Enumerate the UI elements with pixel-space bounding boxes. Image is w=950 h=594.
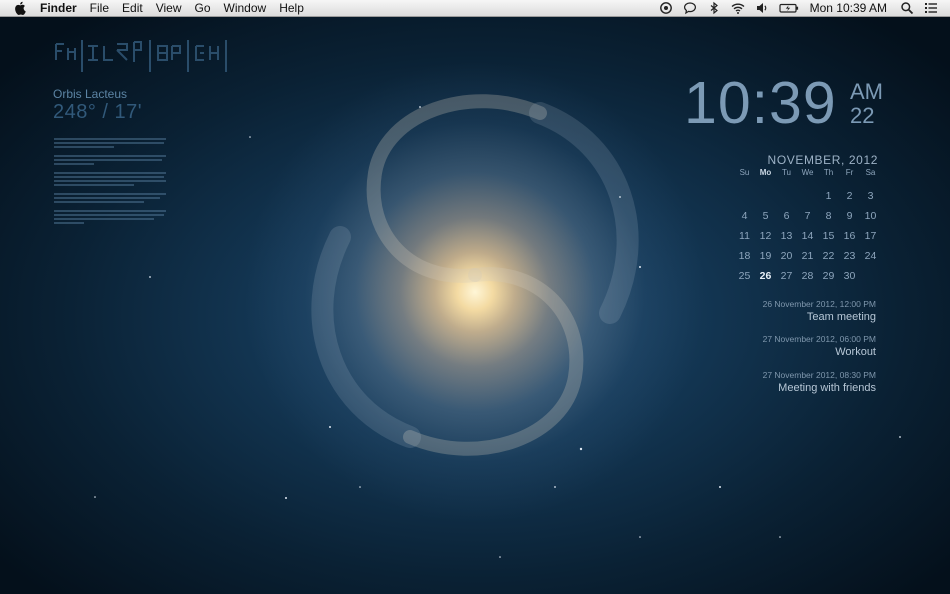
notification-center-icon[interactable] <box>924 1 938 15</box>
calendar-day[interactable]: 1 <box>818 190 839 202</box>
calendar-day[interactable]: 15 <box>818 230 839 242</box>
event-date: 26 November 2012, 12:00 PM <box>762 299 876 309</box>
weekday-header: Mo <box>759 168 772 177</box>
weekday-header: Fr <box>845 168 854 177</box>
decorative-text-block <box>54 138 166 226</box>
calendar-day[interactable]: 17 <box>860 230 881 242</box>
calendar-day[interactable]: 8 <box>818 210 839 222</box>
clock-seconds: 22 <box>850 103 875 128</box>
event-date: 27 November 2012, 06:00 PM <box>762 334 876 344</box>
battery-icon[interactable] <box>779 1 799 15</box>
calendar-day[interactable]: 28 <box>797 270 818 282</box>
calendar-day[interactable]: 27 <box>776 270 797 282</box>
calendar-day[interactable]: 4 <box>734 210 755 222</box>
weekday-header: Tu <box>781 168 792 177</box>
weekday-header: We <box>801 168 814 177</box>
calendar-day[interactable]: 11 <box>734 230 755 242</box>
calendar-day[interactable]: 30 <box>839 270 860 282</box>
calendar-day-today[interactable]: 26 <box>755 270 776 282</box>
menu-finder[interactable]: Finder <box>34 0 84 16</box>
calendar-day[interactable]: 9 <box>839 210 860 222</box>
calendar-month: NOVEMBER, 2012 <box>767 153 878 167</box>
calendar-day[interactable]: 6 <box>776 210 797 222</box>
menu-go[interactable]: Go <box>189 0 218 16</box>
calendar-day[interactable]: 12 <box>755 230 776 242</box>
event-title[interactable]: Team meeting <box>807 311 876 323</box>
calendar-day[interactable]: 25 <box>734 270 755 282</box>
weekday-header: Su <box>739 168 750 177</box>
bluetooth-icon[interactable] <box>707 1 721 15</box>
calendar-day[interactable]: 24 <box>860 250 881 262</box>
calendar-day[interactable]: 20 <box>776 250 797 262</box>
calendar-day[interactable]: 10 <box>860 210 881 222</box>
event-title[interactable]: Meeting with friends <box>778 382 876 394</box>
calendar-day[interactable]: 18 <box>734 250 755 262</box>
decorative-glyph-banner <box>55 40 227 72</box>
calendar-day[interactable]: 21 <box>797 250 818 262</box>
calendar-day[interactable]: 13 <box>776 230 797 242</box>
calendar-day[interactable]: 16 <box>839 230 860 242</box>
calendar-day[interactable]: 3 <box>860 190 881 202</box>
coordinates-readout: 248° / 17' <box>53 101 143 123</box>
volume-icon[interactable] <box>755 1 769 15</box>
time-machine-icon[interactable] <box>659 1 673 15</box>
calendar-day[interactable]: 14 <box>797 230 818 242</box>
calendar-day[interactable]: 29 <box>818 270 839 282</box>
calendar-day[interactable]: 2 <box>839 190 860 202</box>
calendar-day[interactable]: 19 <box>755 250 776 262</box>
menu-help[interactable]: Help <box>273 0 311 16</box>
weekday-header: Sa <box>865 168 876 177</box>
event-title[interactable]: Workout <box>835 346 876 358</box>
calendar-day[interactable]: 23 <box>839 250 860 262</box>
menubar-clock[interactable]: Mon 10:39 AM <box>810 0 887 16</box>
calendar-day[interactable]: 22 <box>818 250 839 262</box>
weekday-header: Th <box>823 168 834 177</box>
event-date: 27 November 2012, 08:30 PM <box>762 370 876 380</box>
spotlight-search-icon[interactable] <box>900 1 914 15</box>
menu-bar: Finder File Edit View Go Window Help Mon… <box>0 0 950 17</box>
menu-window[interactable]: Window <box>218 0 274 16</box>
widget-title: Orbis Lacteus <box>53 87 128 101</box>
apple-icon[interactable] <box>14 1 26 15</box>
calendar-day[interactable]: 5 <box>755 210 776 222</box>
menu-view[interactable]: View <box>150 0 189 16</box>
messages-icon[interactable] <box>683 1 697 15</box>
clock-ampm: AM <box>850 79 883 104</box>
calendar-day[interactable]: 7 <box>797 210 818 222</box>
clock-time: 10:39 <box>684 70 837 136</box>
menu-edit[interactable]: Edit <box>116 0 150 16</box>
menu-file[interactable]: File <box>84 0 116 16</box>
wifi-icon[interactable] <box>731 1 745 15</box>
